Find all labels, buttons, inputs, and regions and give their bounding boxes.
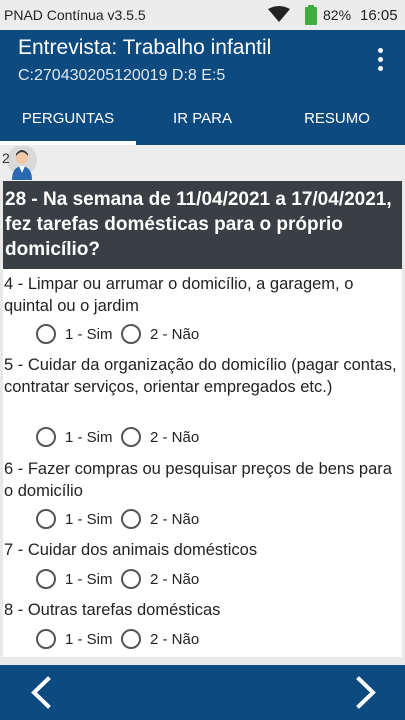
- item-7-label: 7 - Cuidar dos animais domésticos: [4, 541, 258, 559]
- item-5-radio-sim[interactable]: [36, 427, 56, 447]
- item-8-radio-sim[interactable]: [36, 629, 56, 649]
- item-7-radio-nao[interactable]: [121, 569, 141, 589]
- question-title: 28 - Na semana de 11/04/2021 a 17/04/202…: [3, 181, 402, 269]
- wifi-icon: [268, 6, 290, 22]
- clock: 16:05: [360, 7, 398, 24]
- battery-percent: 82%: [323, 7, 352, 23]
- item-8-radio-nao[interactable]: [121, 629, 141, 649]
- item-5-label: 5 - Cuidar da organização do domicílio (…: [4, 356, 397, 396]
- battery-icon: [305, 5, 317, 25]
- tab-ir-para[interactable]: IR PARA: [136, 92, 269, 145]
- item-5-label-sim: 1 - Sim: [65, 429, 113, 446]
- app-name: PNAD Contínua v3.5.5: [4, 7, 146, 23]
- item-4-radio-sim[interactable]: [36, 324, 56, 344]
- item-8-label: 8 - Outras tarefas domésticas: [4, 601, 221, 619]
- chevron-left-icon[interactable]: [10, 665, 70, 720]
- respondent-number: 2: [2, 150, 10, 166]
- item-4-label-nao: 2 - Não: [150, 326, 200, 343]
- app-bar: Entrevista: Trabalho infantil C:27043020…: [0, 30, 405, 92]
- item-6-label: 6 - Fazer compras ou pesquisar preços de…: [4, 460, 392, 500]
- item-7-label-sim: 1 - Sim: [65, 571, 113, 588]
- chevron-right-icon[interactable]: [335, 665, 395, 720]
- item-4-radio-nao[interactable]: [121, 324, 141, 344]
- tab-bar: PERGUNTAS IR PARA RESUMO: [0, 92, 405, 145]
- item-6-radio-nao[interactable]: [121, 509, 141, 529]
- item-7-radio-sim[interactable]: [36, 569, 56, 589]
- bottom-nav: [0, 665, 405, 720]
- item-7-label-nao: 2 - Não: [150, 571, 200, 588]
- item-6-label-sim: 1 - Sim: [65, 511, 113, 528]
- item-4-label: 4 - Limpar ou arrumar o domicílio, a gar…: [4, 275, 354, 315]
- item-6-radio-sim[interactable]: [36, 509, 56, 529]
- item-5-label-nao: 2 - Não: [150, 429, 200, 446]
- item-8-label-sim: 1 - Sim: [65, 631, 113, 648]
- page-title: Entrevista: Trabalho infantil: [18, 36, 272, 59]
- more-vert-icon[interactable]: [372, 48, 388, 74]
- status-bar: PNAD Contínua v3.5.5 82% 16:05: [0, 0, 405, 30]
- divider: [0, 657, 405, 665]
- item-6-label-nao: 2 - Não: [150, 511, 200, 528]
- item-8-label-nao: 2 - Não: [150, 631, 200, 648]
- tab-resumo[interactable]: RESUMO: [269, 92, 405, 145]
- interview-code: C:270430205120019 D:8 E:5: [18, 67, 226, 84]
- item-4-label-sim: 1 - Sim: [65, 326, 113, 343]
- person-avatar-icon: [7, 146, 37, 180]
- item-5-radio-nao[interactable]: [121, 427, 141, 447]
- respondent-bar: [0, 145, 405, 181]
- tab-perguntas[interactable]: PERGUNTAS: [0, 92, 136, 145]
